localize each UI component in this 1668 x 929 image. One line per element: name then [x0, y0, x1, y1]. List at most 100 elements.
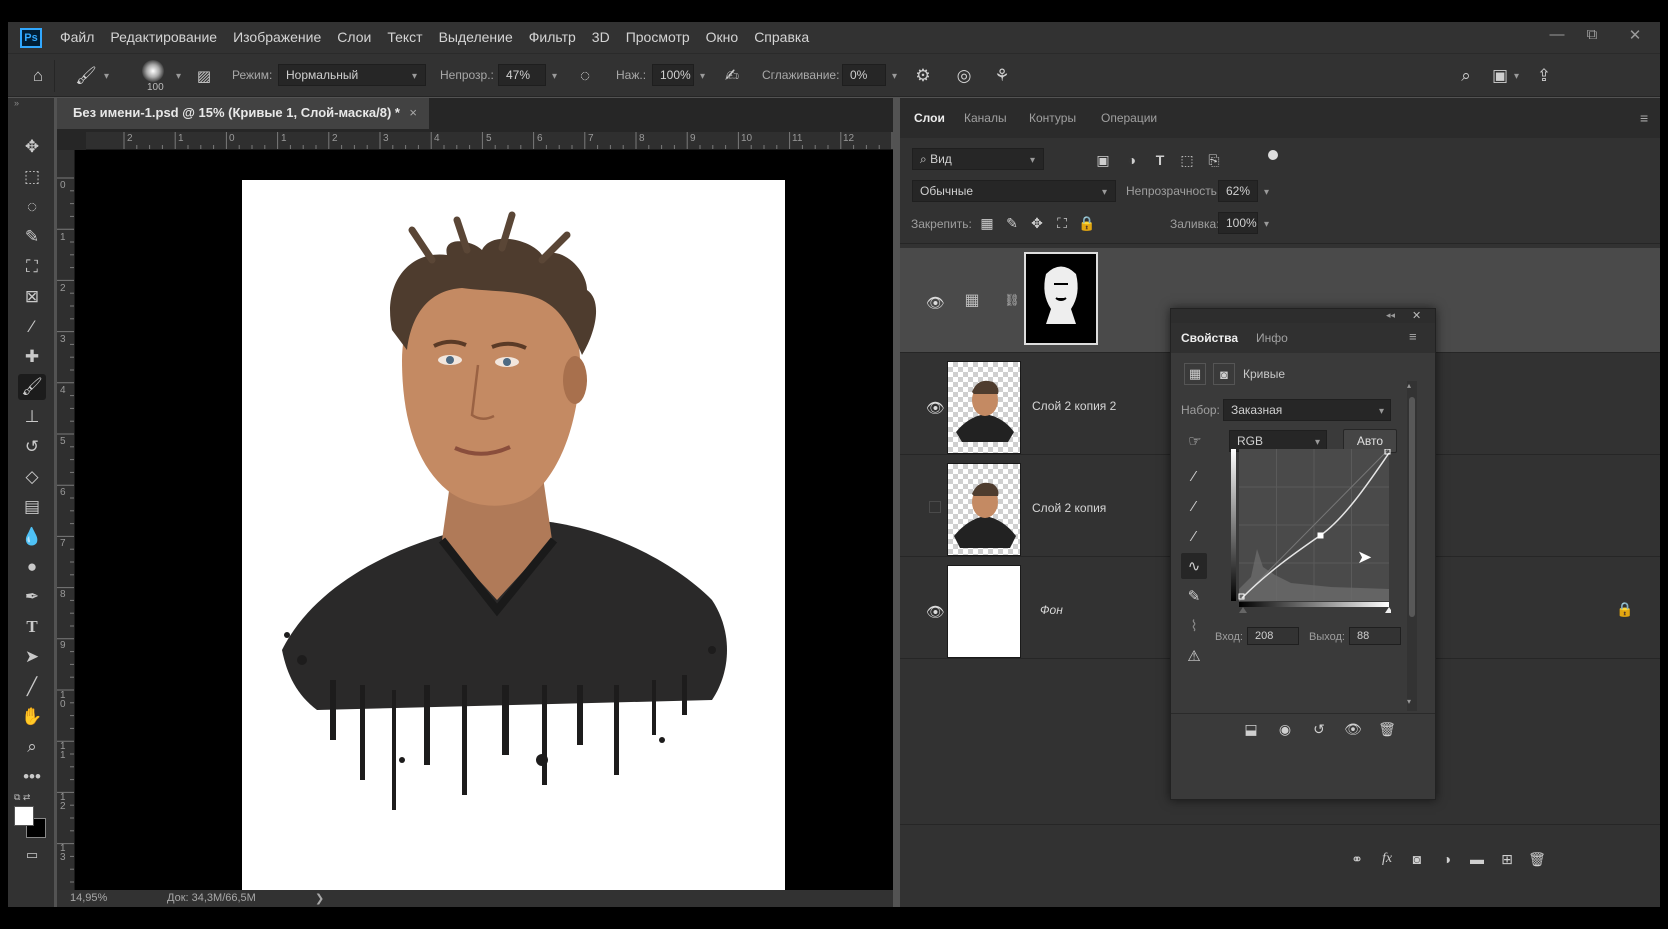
view-previous-state-icon[interactable]: ◉ [1273, 717, 1297, 741]
pressure-opacity-icon[interactable]: ◌ [573, 64, 597, 88]
chevron-down-icon[interactable]: ▾ [700, 71, 705, 82]
smoothing-field[interactable]: 0% [842, 64, 886, 86]
lock-transparency-icon[interactable]: ▦ [978, 214, 996, 232]
chevron-down-icon[interactable]: ▾ [892, 71, 897, 82]
filter-type-icon[interactable]: T [1150, 150, 1170, 170]
filter-adjustment-icon[interactable]: ◑ [1122, 150, 1142, 170]
menu-file[interactable]: Файл [52, 22, 102, 53]
eyedropper-tool-icon[interactable]: ⁄ [18, 314, 46, 340]
collapse-icon[interactable]: ◂◂ [1386, 310, 1395, 321]
frame-tool-icon[interactable]: ⊠ [18, 284, 46, 310]
layer-opacity-field[interactable]: 62% [1218, 180, 1258, 202]
airbrush-icon[interactable]: ✍ [720, 64, 744, 88]
gear-icon[interactable]: ⚙ [911, 64, 935, 88]
tab-channels[interactable]: Каналы [964, 111, 1007, 125]
input-field[interactable]: 208 [1247, 627, 1299, 645]
chevron-down-icon[interactable]: ▾ [104, 71, 109, 82]
layer-mask-thumbnail[interactable] [1024, 252, 1098, 345]
menu-window[interactable]: Окно [698, 22, 747, 53]
add-mask-icon[interactable]: ◙ [1406, 848, 1428, 870]
visibility-eye-icon[interactable]: 👁 [926, 399, 945, 417]
path-selection-tool-icon[interactable]: ➤ [18, 644, 46, 670]
reset-icon[interactable]: ↺ [1307, 717, 1331, 741]
tab-properties[interactable]: Свойства [1181, 331, 1238, 345]
opacity-field[interactable]: 47% [498, 64, 546, 86]
menu-3d[interactable]: 3D [584, 22, 618, 53]
healing-brush-tool-icon[interactable]: ✚ [18, 344, 46, 370]
visibility-toggle-off[interactable] [929, 501, 941, 513]
trash-icon[interactable]: 🗑 [1526, 848, 1548, 870]
preset-select[interactable]: Заказная [1223, 399, 1391, 421]
filter-pixel-icon[interactable]: ▣ [1093, 150, 1113, 170]
close-icon[interactable]: ✕ [1412, 309, 1421, 322]
lock-artboard-icon[interactable]: ⛶ [1053, 214, 1071, 232]
tab-layers[interactable]: Слои [914, 111, 945, 125]
quick-select-tool-icon[interactable]: ✎ [18, 224, 46, 250]
brush-preview[interactable] [142, 60, 164, 82]
chevron-down-icon[interactable]: ▾ [1514, 71, 1519, 82]
visibility-eye-icon[interactable]: 👁 [926, 294, 945, 312]
minimize-button[interactable]: — [1538, 22, 1576, 47]
curves-adjustment-icon[interactable]: ▦ [1184, 363, 1206, 385]
tab-info[interactable]: Инфо [1256, 331, 1288, 345]
tab-actions[interactable]: Операции [1101, 111, 1157, 125]
smooth-curve-icon[interactable]: ⌇ [1181, 613, 1207, 639]
menu-edit[interactable]: Редактирование [102, 22, 225, 53]
mask-icon[interactable]: ◙ [1213, 363, 1235, 385]
default-colors-icon[interactable]: ⧉ ⇄ [14, 792, 30, 803]
pressure-size-icon[interactable]: ◎ [952, 64, 976, 88]
lock-pixels-icon[interactable]: ✎ [1003, 214, 1021, 232]
layer-name[interactable]: Слой 2 копия 2 [1032, 399, 1116, 413]
toggle-visibility-icon[interactable]: 👁 [1341, 717, 1365, 741]
quick-mask-icon[interactable]: ▭ [18, 842, 46, 868]
pencil-draw-icon[interactable]: ✎ [1181, 583, 1207, 609]
layer-style-icon[interactable]: fx [1376, 848, 1398, 870]
black-point-eyedropper-icon[interactable]: ⁄ [1181, 463, 1207, 489]
scroll-up-icon[interactable]: ▴ [1407, 381, 1411, 390]
close-button[interactable]: ✕ [1616, 22, 1654, 47]
search-icon[interactable]: ⌕ [1454, 64, 1478, 88]
history-brush-tool-icon[interactable]: ↺ [18, 434, 46, 460]
chevron-down-icon[interactable]: ▾ [1264, 187, 1269, 198]
link-layers-icon[interactable]: ⚭ [1346, 848, 1368, 870]
foreground-color-swatch[interactable] [14, 806, 34, 826]
scroll-down-icon[interactable]: ▾ [1407, 697, 1411, 706]
move-tool-icon[interactable]: ✥ [18, 134, 46, 160]
menu-image[interactable]: Изображение [225, 22, 329, 53]
menu-type[interactable]: Текст [379, 22, 430, 53]
new-layer-icon[interactable]: ⊞ [1496, 848, 1518, 870]
share-icon[interactable]: ⇪ [1532, 64, 1556, 88]
menu-filter[interactable]: Фильтр [521, 22, 584, 53]
document-tab[interactable]: Без имени-1.psd @ 15% (Кривые 1, Слой-ма… [57, 98, 429, 129]
layer-filter-select[interactable]: ⌕ Вид [912, 148, 1044, 170]
workspace-icon[interactable]: ▣ [1488, 64, 1512, 88]
visibility-eye-icon[interactable]: 👁 [926, 603, 945, 621]
mode-select[interactable]: Нормальный [278, 64, 426, 86]
chevron-down-icon[interactable]: ▾ [176, 71, 181, 82]
crop-tool-icon[interactable]: ⛶ [18, 254, 46, 280]
gray-point-eyedropper-icon[interactable]: ⁄ [1181, 493, 1207, 519]
filter-smart-object-icon[interactable]: ⎘ [1204, 150, 1224, 170]
eraser-tool-icon[interactable]: ◇ [18, 464, 46, 490]
curve-points-tool-icon[interactable]: ∿ [1181, 553, 1207, 579]
new-group-icon[interactable]: ▬ [1466, 848, 1488, 870]
zoom-level[interactable]: 14,95% [70, 892, 107, 904]
white-point-eyedropper-icon[interactable]: ⁄ [1181, 523, 1207, 549]
brush-tool-icon[interactable]: 🖌 [18, 374, 46, 400]
panel-menu-icon[interactable]: ≡ [1640, 110, 1648, 126]
blur-tool-icon[interactable]: 💧 [18, 524, 46, 550]
panel-titlebar[interactable] [1171, 309, 1435, 323]
fill-field[interactable]: 100% [1218, 212, 1258, 234]
layer-name[interactable]: Фон [1040, 603, 1063, 617]
output-field[interactable]: 88 [1349, 627, 1401, 645]
pressure-field[interactable]: 100% [652, 64, 694, 86]
collapse-icon[interactable]: » [14, 98, 19, 108]
marquee-tool-icon[interactable]: ⬚ [18, 164, 46, 190]
properties-scrollbar[interactable]: ▴ ▾ [1407, 381, 1417, 711]
trash-icon[interactable]: 🗑 [1375, 717, 1399, 741]
clone-stamp-tool-icon[interactable]: ⊥ [18, 404, 46, 430]
status-menu-arrow[interactable]: ❯ [315, 892, 324, 905]
clipping-warning-icon[interactable]: ⚠ [1181, 643, 1207, 669]
symmetry-icon[interactable]: ⚘ [990, 64, 1014, 88]
lock-position-icon[interactable]: ✥ [1028, 214, 1046, 232]
